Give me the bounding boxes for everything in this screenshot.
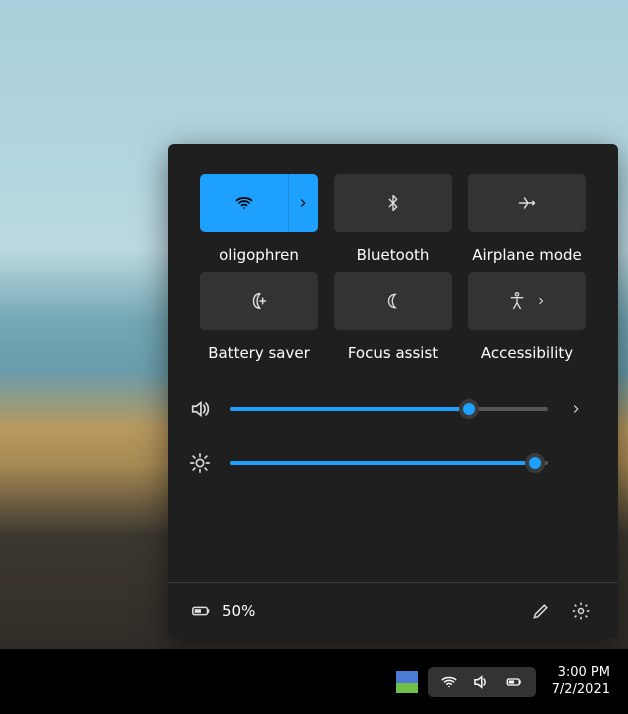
moon-icon — [384, 292, 402, 310]
speaker-icon — [472, 673, 490, 691]
battery-percentage: 50% — [222, 602, 255, 620]
battery-saver-label: Battery saver — [208, 344, 310, 362]
volume-expand-button[interactable] — [566, 402, 586, 416]
battery-icon — [504, 673, 524, 691]
bluetooth-label: Bluetooth — [357, 246, 430, 264]
accessibility-toggle[interactable] — [468, 272, 586, 330]
tray-status-pill[interactable] — [428, 667, 536, 697]
speaker-icon — [188, 398, 212, 420]
airplane-label: Airplane mode — [472, 246, 582, 264]
bluetooth-icon — [384, 194, 402, 212]
gear-icon — [571, 601, 591, 621]
wifi-toggle[interactable] — [200, 174, 318, 232]
quick-settings-panel: oligophren Bluetooth A — [168, 144, 618, 639]
wifi-label: oligophren — [219, 246, 299, 264]
bluetooth-toggle[interactable] — [334, 174, 452, 232]
airplane-mode-toggle[interactable] — [468, 174, 586, 232]
focus-assist-label: Focus assist — [348, 344, 438, 362]
clock-date: 7/2/2021 — [552, 682, 610, 699]
brightness-icon — [188, 452, 212, 474]
airplane-icon — [517, 193, 537, 213]
wifi-icon — [234, 193, 254, 213]
battery-saver-toggle[interactable] — [200, 272, 318, 330]
battery-saver-icon — [248, 290, 270, 312]
accessibility-icon — [507, 291, 527, 311]
edit-button[interactable] — [526, 596, 556, 626]
quick-settings-tiles: oligophren Bluetooth A — [168, 144, 618, 372]
brightness-fill — [230, 461, 535, 465]
accessibility-label: Accessibility — [481, 344, 573, 362]
clock-time: 3:00 PM — [552, 665, 610, 682]
settings-button[interactable] — [566, 596, 596, 626]
tray-app-icon[interactable] — [396, 671, 418, 693]
focus-assist-toggle[interactable] — [334, 272, 452, 330]
pencil-icon — [531, 601, 551, 621]
chevron-right-icon — [535, 295, 547, 307]
volume-slider[interactable] — [230, 407, 548, 411]
panel-footer: 50% — [168, 582, 618, 639]
battery-icon — [190, 600, 212, 622]
wifi-expand-button[interactable] — [288, 174, 318, 232]
wifi-icon — [440, 673, 458, 691]
volume-fill — [230, 407, 469, 411]
volume-thumb[interactable] — [459, 399, 479, 419]
brightness-slider[interactable] — [230, 461, 548, 465]
chevron-right-icon — [296, 196, 310, 210]
sliders-section — [168, 378, 618, 494]
clock[interactable]: 3:00 PM 7/2/2021 — [544, 665, 618, 699]
system-tray: 3:00 PM 7/2/2021 — [396, 649, 618, 714]
brightness-thumb[interactable] — [525, 453, 545, 473]
